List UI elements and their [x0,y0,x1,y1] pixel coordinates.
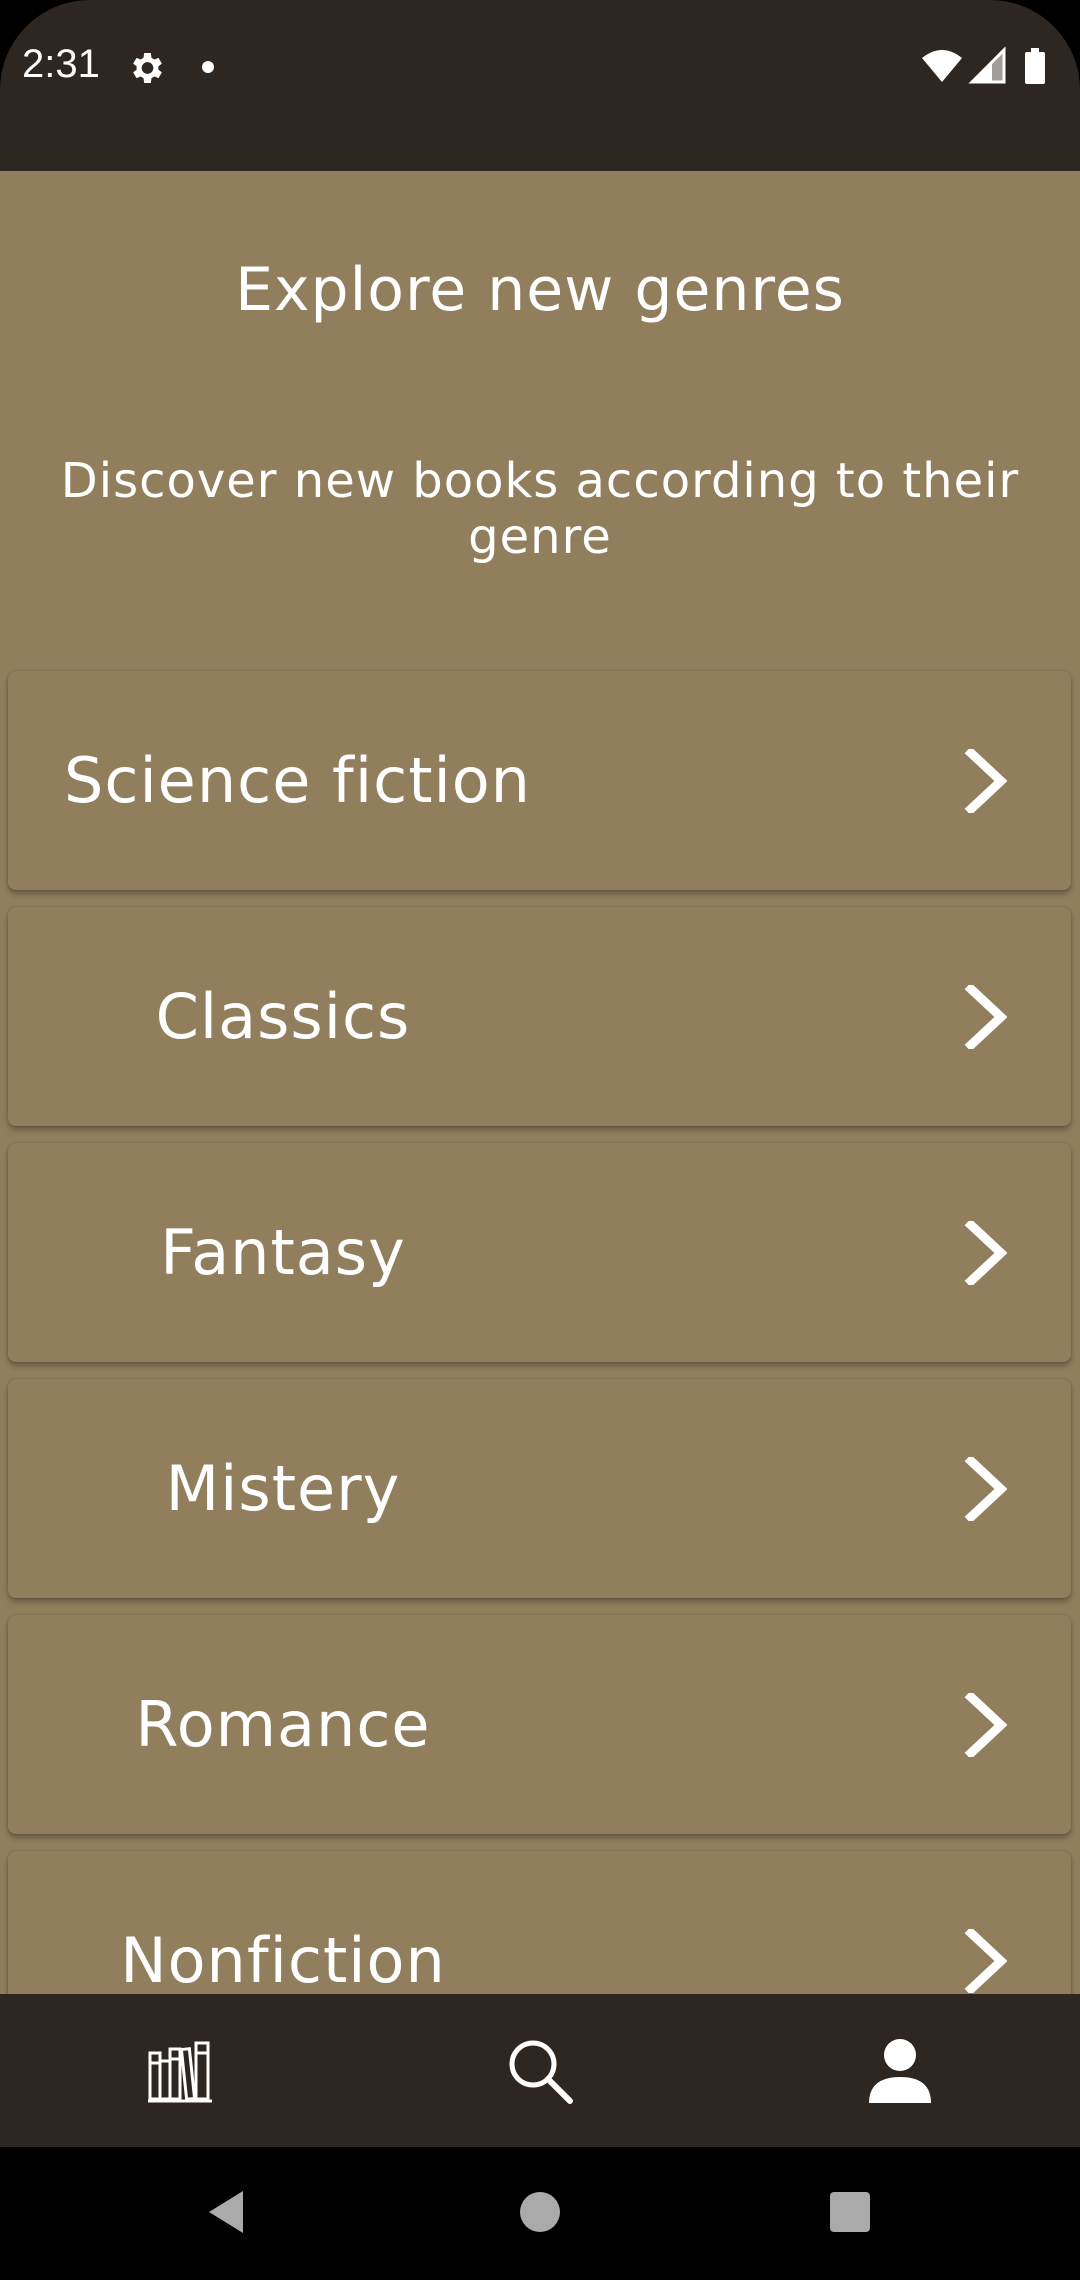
nav-search[interactable] [440,1994,640,2147]
back-button[interactable] [176,2167,276,2257]
back-icon [209,2191,243,2233]
home-button[interactable] [490,2167,590,2257]
genre-label: Fantasy [160,1216,406,1289]
wifi-icon [922,50,962,82]
status-bar: 2:31 [0,0,1080,171]
genre-label: Science fiction [64,744,531,817]
recents-button[interactable] [800,2167,900,2257]
page-subtitle: Discover new books according to their ge… [60,453,1020,565]
genre-label: Classics [155,980,411,1053]
genre-card-classics[interactable]: Classics [8,907,1071,1126]
genre-card-nonfiction[interactable]: Nonfiction [8,1851,1071,1994]
library-icon [148,2041,212,2102]
genre-label: Nonfiction [120,1924,446,1994]
profile-icon [869,2038,931,2103]
chevron-right-icon [964,749,1007,813]
genres-screen: Explore new genres Discover new books ac… [0,171,1080,1994]
gear-icon [126,48,166,88]
genre-card-fantasy[interactable]: Fantasy [8,1143,1071,1362]
system-navigation-bar [0,2147,1080,2280]
signal-icon [968,46,1006,84]
search-icon [509,2040,573,2104]
page-title: Explore new genres [235,255,845,325]
status-time: 2:31 [22,42,100,86]
nav-profile[interactable] [800,1994,1000,2147]
chevron-right-icon [964,1457,1007,1521]
genre-card-science-fiction[interactable]: Science fiction [8,671,1071,890]
recents-icon [830,2192,870,2232]
status-indicators [920,46,1060,88]
home-icon [520,2192,560,2232]
genre-card-romance[interactable]: Romance [8,1615,1071,1834]
chevron-right-icon [964,1693,1007,1757]
chevron-right-icon [964,985,1007,1049]
bottom-navigation [0,1994,1080,2147]
genre-list: Science fiction Classics Fantasy Mistery [8,671,1071,1994]
genre-label: Mistery [165,1452,401,1525]
notification-dot-icon [202,61,214,73]
genre-label: Romance [135,1688,431,1761]
phone-screen: 2:31 Explore new genres Discover new boo… [0,0,1080,2280]
chevron-right-icon [964,1929,1007,1993]
genre-card-mistery[interactable]: Mistery [8,1379,1071,1598]
chevron-right-icon [964,1221,1007,1285]
nav-library[interactable] [80,1994,280,2147]
battery-icon [1025,48,1045,84]
